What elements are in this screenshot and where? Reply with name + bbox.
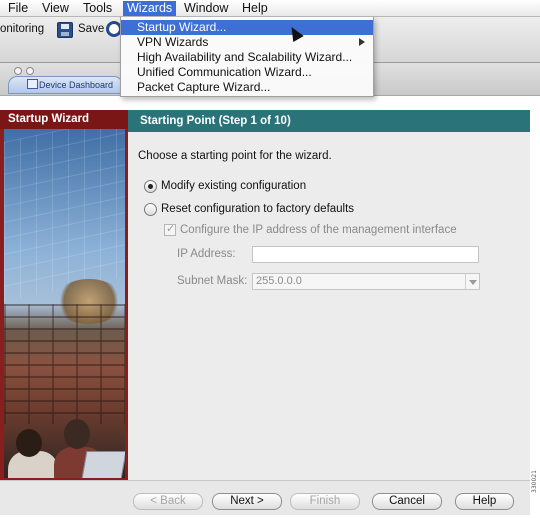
menu-item-vpn-wizards-label: VPN Wizards	[137, 35, 209, 49]
tab-device-dashboard-label: Device Dashboard	[39, 80, 114, 90]
save-icon[interactable]	[57, 22, 73, 38]
finish-button[interactable]: Finish	[290, 493, 360, 510]
menu-wizards[interactable]: Wizards	[123, 1, 177, 16]
radio-button-checked-icon[interactable]	[144, 179, 157, 193]
checkbox-checked-icon[interactable]	[164, 222, 176, 236]
photo-person-head	[64, 419, 90, 449]
menu-item-startup-wizard[interactable]: Startup Wizard...	[121, 20, 373, 35]
figure-code: 330021	[531, 470, 538, 493]
menu-help[interactable]: Help	[238, 1, 272, 16]
configure-ip-checkbox-row[interactable]: Configure the IP address of the manageme…	[164, 222, 457, 236]
tab-device-dashboard[interactable]: Device Dashboard	[8, 76, 123, 94]
wizard-footer: < Back Next > Finish Cancel Help	[0, 480, 530, 515]
monitoring-button[interactable]: onitoring	[0, 23, 44, 35]
wizards-menu: Startup Wizard... VPN Wizards High Avail…	[120, 17, 374, 97]
wizard-sidebar: Startup Wizard	[0, 110, 128, 480]
back-button[interactable]: < Back	[133, 493, 203, 510]
wizard-prompt: Choose a starting point for the wizard.	[138, 150, 332, 162]
save-button[interactable]: Save	[78, 23, 104, 35]
radio-modify-label: Modify existing configuration	[161, 180, 307, 192]
wizard-content: Choose a starting point for the wizard. …	[128, 132, 530, 480]
next-button[interactable]: Next >	[212, 493, 282, 510]
menu-bar: File View Tools Wizards Window Help	[0, 0, 540, 17]
cancel-button[interactable]: Cancel	[372, 493, 442, 510]
radio-modify-existing[interactable]: Modify existing configuration	[144, 179, 306, 195]
sidebar-title: Startup Wizard	[0, 110, 128, 129]
subnet-mask-select[interactable]: 255.0.0.0	[252, 273, 480, 290]
subnet-mask-value: 255.0.0.0	[256, 275, 302, 287]
menu-window[interactable]: Window	[180, 1, 232, 16]
wizard-step-header: Starting Point (Step 1 of 10)	[128, 110, 530, 132]
submenu-arrow-icon	[359, 38, 365, 46]
menu-view[interactable]: View	[38, 1, 73, 16]
sidebar-photo	[4, 129, 125, 478]
radio-button-icon[interactable]	[144, 202, 157, 216]
photo-brick-wall	[4, 304, 125, 424]
photo-laptop	[81, 451, 125, 478]
photo-sky	[4, 129, 125, 302]
window-dot-icon	[26, 67, 34, 75]
help-button[interactable]: Help	[455, 493, 514, 510]
menu-item-vpn-wizards[interactable]: VPN Wizards	[121, 35, 373, 50]
ip-address-input[interactable]	[252, 246, 479, 263]
menu-item-uc-wizard[interactable]: Unified Communication Wizard...	[121, 65, 373, 80]
window-dot-icon	[14, 67, 22, 75]
subnet-mask-label: Subnet Mask:	[177, 275, 248, 287]
radio-reset-label: Reset configuration to factory defaults	[161, 203, 355, 215]
menu-item-packet-capture-wizard[interactable]: Packet Capture Wizard...	[121, 80, 373, 95]
chevron-down-icon[interactable]	[465, 274, 479, 289]
radio-reset-factory[interactable]: Reset configuration to factory defaults	[144, 202, 354, 218]
configure-ip-label: Configure the IP address of the manageme…	[180, 224, 457, 236]
startup-wizard-window: Startup Wizard Starting Point (Step 1 of…	[0, 110, 530, 515]
menu-file[interactable]: File	[4, 1, 32, 16]
menu-item-ha-wizard[interactable]: High Availability and Scalability Wizard…	[121, 50, 373, 65]
photo-person-head	[16, 429, 42, 457]
menu-tools[interactable]: Tools	[79, 1, 116, 16]
dashboard-icon	[27, 79, 38, 89]
ip-address-label: IP Address:	[177, 248, 236, 260]
